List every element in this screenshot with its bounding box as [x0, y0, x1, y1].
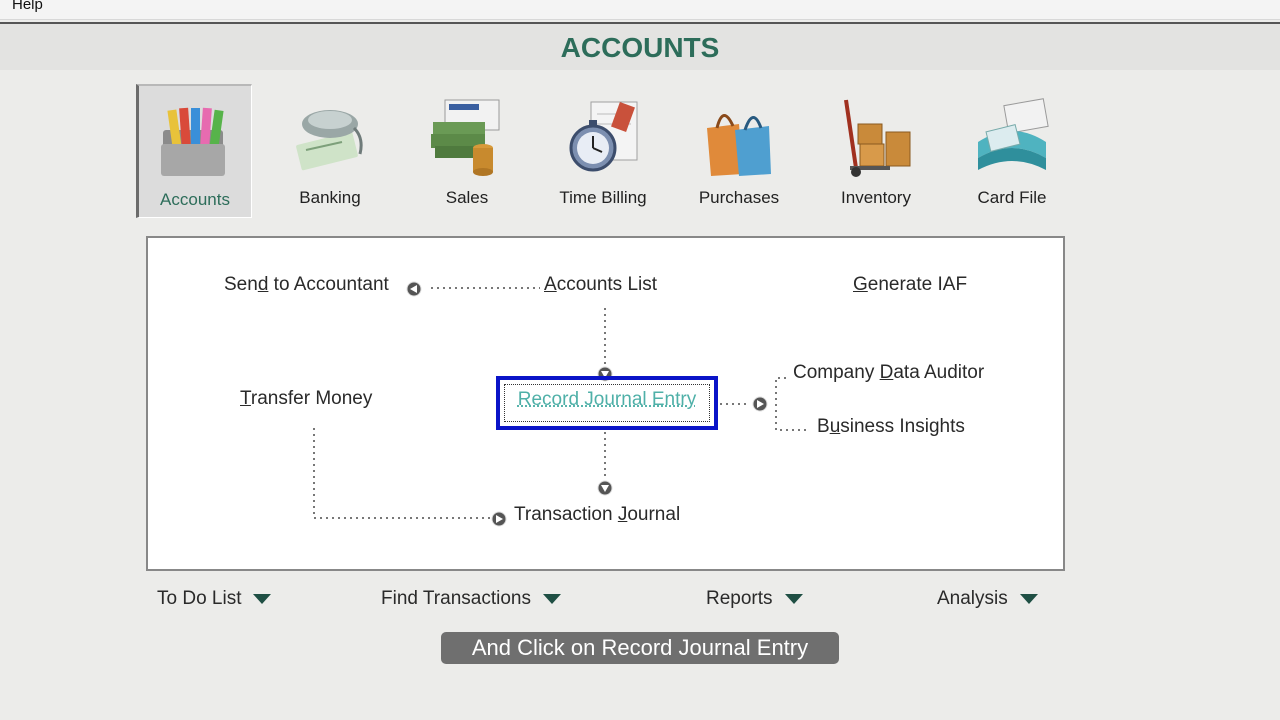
module-label: Accounts	[160, 190, 230, 209]
caret-down-icon	[1019, 593, 1038, 604]
analysis-dropdown[interactable]: Analysis	[937, 588, 1038, 610]
menu-bar: Help	[0, 0, 1280, 20]
todo-list-dropdown[interactable]: To Do List	[157, 588, 272, 610]
module-label: Time Billing	[559, 188, 647, 207]
module-label: Sales	[445, 188, 489, 207]
caret-down-icon	[542, 593, 561, 604]
module-time-billing[interactable]: Time Billing	[545, 84, 661, 218]
record-journal-entry-label: Record Journal Entry	[517, 389, 697, 410]
find-transactions-dropdown[interactable]: Find Transactions	[381, 588, 561, 610]
hand-truck-boxes-icon	[844, 99, 911, 177]
module-sales[interactable]: Sales	[409, 84, 525, 218]
page-title: ACCOUNTS	[560, 32, 720, 63]
module-label: Inventory	[841, 188, 911, 207]
send-to-accountant-link[interactable]: Send to Accountant	[224, 274, 389, 296]
card-file-icon	[978, 98, 1049, 170]
folders-icon	[161, 107, 225, 176]
mouse-cheque-icon	[296, 110, 363, 171]
shopping-bags-icon	[707, 114, 771, 176]
module-label: Card File	[977, 188, 1047, 207]
module-accounts[interactable]: Accounts	[136, 84, 252, 218]
stopwatch-icon	[569, 101, 638, 172]
module-label: Purchases	[698, 188, 780, 207]
transfer-money-link[interactable]: Transfer Money	[240, 388, 372, 410]
module-label: Banking	[299, 188, 361, 207]
generate-iaf-link[interactable]: Generate IAF	[853, 274, 967, 296]
accounts-list-link[interactable]: Accounts List	[544, 274, 657, 296]
caret-down-icon	[253, 593, 272, 604]
command-centre-panel: Send to Accountant Accounts List Generat…	[146, 236, 1065, 571]
company-data-auditor-link[interactable]: Company Data Auditor	[793, 362, 984, 384]
business-insights-link[interactable]: Business Insights	[817, 416, 965, 438]
caret-down-icon	[784, 593, 803, 604]
menu-help[interactable]: Help	[12, 0, 43, 13]
module-card-file[interactable]: Card File	[954, 84, 1070, 218]
module-purchases[interactable]: Purchases	[681, 84, 797, 218]
record-journal-entry-link[interactable]: Record Journal Entry	[496, 376, 718, 430]
module-inventory[interactable]: Inventory	[818, 84, 934, 218]
transaction-journal-link[interactable]: Transaction Journal	[514, 504, 680, 526]
tutorial-caption: And Click on Record Journal Entry	[441, 632, 839, 664]
reports-dropdown[interactable]: Reports	[706, 588, 803, 610]
invoice-coins-icon	[431, 99, 500, 176]
module-banking[interactable]: Banking	[272, 84, 388, 218]
title-strip: ACCOUNTS	[0, 22, 1280, 70]
